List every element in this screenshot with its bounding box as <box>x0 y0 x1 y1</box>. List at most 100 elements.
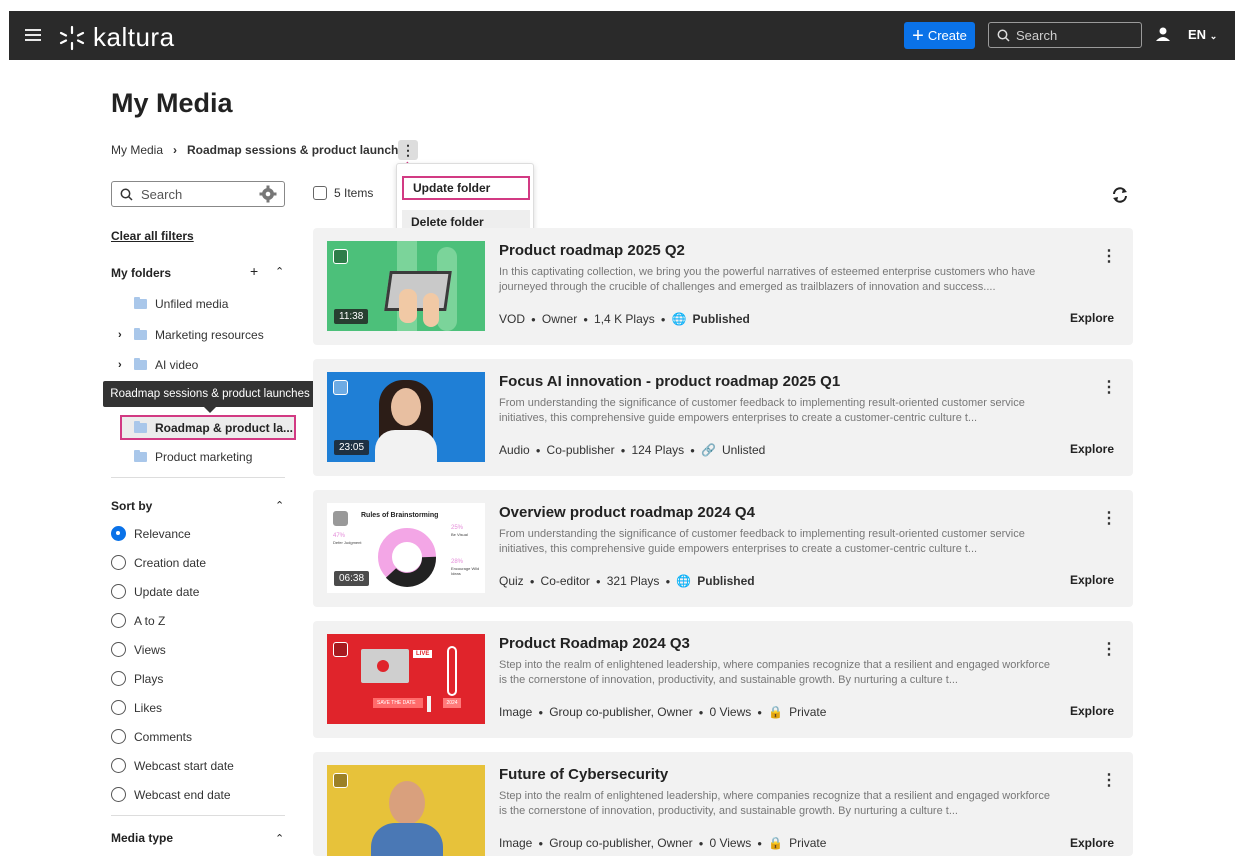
sort-option-label: Creation date <box>134 555 207 570</box>
explore-button[interactable]: Explore <box>1070 704 1114 718</box>
media-card[interactable]: LIVE SAVE THE DATE 2024 Product Roadmap … <box>313 621 1133 738</box>
media-select-checkbox[interactable] <box>333 380 348 395</box>
header-search-input[interactable]: Search <box>988 22 1142 48</box>
page-title: My Media <box>111 88 233 118</box>
thumb-stat-label: Encourage Wild Ideas <box>451 566 480 576</box>
sort-option-creation-date[interactable]: Creation date <box>111 555 206 570</box>
media-thumbnail[interactable]: 23:05 <box>327 372 485 462</box>
media-status: Private <box>789 705 827 719</box>
radio-icon <box>111 671 126 686</box>
folder-item-marketing-resources[interactable]: Marketing resources <box>134 328 264 342</box>
media-select-checkbox[interactable] <box>333 773 348 788</box>
media-thumbnail[interactable]: Rules of Brainstorming 47% Defer Judgmen… <box>327 503 485 593</box>
explore-button[interactable]: Explore <box>1070 573 1114 587</box>
sort-option-webcast-start-date[interactable]: Webcast start date <box>111 758 234 773</box>
sort-option-label: Relevance <box>134 526 191 541</box>
sort-option-comments[interactable]: Comments <box>111 729 192 744</box>
media-actions-kebab-icon[interactable]: ⋮ <box>1101 377 1117 397</box>
folder-label: Roadmap & product la... <box>155 421 294 435</box>
media-card[interactable]: 23:05 Focus AI innovation - product road… <box>313 359 1133 476</box>
media-role: Co-publisher <box>546 443 615 457</box>
sort-option-webcast-end-date[interactable]: Webcast end date <box>111 787 231 802</box>
media-title[interactable]: Product Roadmap 2024 Q3 <box>499 635 690 652</box>
media-meta: Image ● Group co-publisher, Owner ● 0 View… <box>499 705 826 719</box>
folder-icon <box>134 358 147 370</box>
gear-icon[interactable] <box>259 185 277 203</box>
media-card[interactable]: Rules of Brainstorming 47% Defer Judgmen… <box>313 490 1133 607</box>
kaltura-logo-icon <box>59 25 85 50</box>
media-actions-kebab-icon[interactable]: ⋮ <box>1101 639 1117 659</box>
language-selector[interactable]: EN ⌄ <box>1188 27 1217 42</box>
user-icon[interactable] <box>1155 26 1171 42</box>
media-type: Image <box>499 705 533 719</box>
sort-option-likes[interactable]: Likes <box>111 700 162 715</box>
radio-icon <box>111 584 126 599</box>
media-title[interactable]: Overview product roadmap 2024 Q4 <box>499 504 755 521</box>
media-thumbnail[interactable] <box>327 765 485 856</box>
media-select-checkbox[interactable] <box>333 249 348 264</box>
media-duration: 06:38 <box>334 571 370 586</box>
media-actions-kebab-icon[interactable]: ⋮ <box>1101 770 1117 790</box>
media-type: Audio <box>499 443 530 457</box>
media-thumbnail[interactable]: 11:38 <box>327 241 485 331</box>
media-card[interactable]: 11:38 Product roadmap 2025 Q2 In this ca… <box>313 228 1133 345</box>
explore-button[interactable]: Explore <box>1070 311 1114 325</box>
media-title[interactable]: Future of Cybersecurity <box>499 766 668 783</box>
folder-item-product-marketing[interactable]: Product marketing <box>134 450 252 464</box>
separator-dot: ● <box>531 314 536 324</box>
select-all: 5 Items <box>313 186 373 200</box>
search-icon <box>120 188 133 201</box>
chevron-up-icon[interactable]: ⌃ <box>275 265 284 278</box>
sort-option-views[interactable]: Views <box>111 642 166 657</box>
language-label: EN <box>1188 27 1207 42</box>
breadcrumb-separator-icon: › <box>173 143 178 157</box>
explore-button[interactable]: Explore <box>1070 442 1114 456</box>
media-role: Co-editor <box>540 574 590 588</box>
kaltura-logo[interactable]: kaltura <box>57 22 175 53</box>
media-actions-kebab-icon[interactable]: ⋮ <box>1101 508 1117 528</box>
sort-option-a-to-z[interactable]: A to Z <box>111 613 165 628</box>
media-card[interactable]: Future of Cybersecurity Step into the re… <box>313 752 1133 856</box>
media-thumbnail[interactable]: LIVE SAVE THE DATE 2024 <box>327 634 485 724</box>
breadcrumb-my-media[interactable]: My Media <box>111 143 163 157</box>
chevron-down-icon: ⌄ <box>1209 31 1218 41</box>
media-description: From understanding the significance of c… <box>499 397 1025 424</box>
separator-dot: ● <box>538 838 544 848</box>
media-duration: 23:05 <box>334 440 370 455</box>
media-actions-kebab-icon[interactable]: ⋮ <box>1101 246 1117 266</box>
media-title[interactable]: Product roadmap 2025 Q2 <box>499 242 685 259</box>
create-button[interactable]: + Create <box>904 22 975 49</box>
folder-item-unfiled-media[interactable]: Unfiled media <box>134 297 228 311</box>
media-title[interactable]: Focus AI innovation - product roadmap 20… <box>499 373 840 390</box>
chevron-up-icon[interactable]: ⌃ <box>275 832 284 845</box>
media-stat: 0 Views <box>709 836 752 850</box>
media-select-checkbox[interactable] <box>333 511 348 526</box>
sort-option-relevance[interactable]: Relevance <box>111 526 191 541</box>
sort-option-plays[interactable]: Plays <box>111 671 163 686</box>
radio-icon <box>111 729 126 744</box>
chevron-right-icon[interactable]: › <box>118 329 122 341</box>
explore-button[interactable]: Explore <box>1070 836 1114 850</box>
sort-option-update-date[interactable]: Update date <box>111 584 199 599</box>
hamburger-menu-icon[interactable] <box>25 26 41 45</box>
folder-icon <box>134 421 147 433</box>
chevron-up-icon[interactable]: ⌃ <box>275 499 284 512</box>
sort-option-label: Webcast start date <box>134 758 234 773</box>
link-icon: 🔗 <box>700 443 716 457</box>
media-description: From understanding the significance of c… <box>499 528 1025 555</box>
donut-chart-icon <box>378 528 436 587</box>
refresh-icon[interactable] <box>1111 186 1129 204</box>
folder-item-ai-video[interactable]: AI video <box>134 358 198 372</box>
folder-item-roadmap[interactable]: Roadmap & product la... <box>134 421 293 435</box>
folder-actions-button[interactable]: ⋮ <box>398 140 418 160</box>
chevron-right-icon[interactable]: › <box>118 359 122 371</box>
media-select-checkbox[interactable] <box>333 642 348 657</box>
radio-icon <box>111 642 126 657</box>
update-folder-menu-item[interactable]: Update folder <box>402 176 530 200</box>
clear-all-filters-link[interactable]: Clear all filters <box>111 229 194 243</box>
select-all-checkbox[interactable] <box>313 186 327 200</box>
folder-label: Product marketing <box>155 450 253 464</box>
add-folder-plus-icon[interactable]: + <box>250 263 258 279</box>
media-meta: Audio ● Co-publisher ● 124 Plays ● 🔗 Unlist… <box>499 443 765 457</box>
thumb-title: Rules of Brainstorming <box>361 512 439 519</box>
